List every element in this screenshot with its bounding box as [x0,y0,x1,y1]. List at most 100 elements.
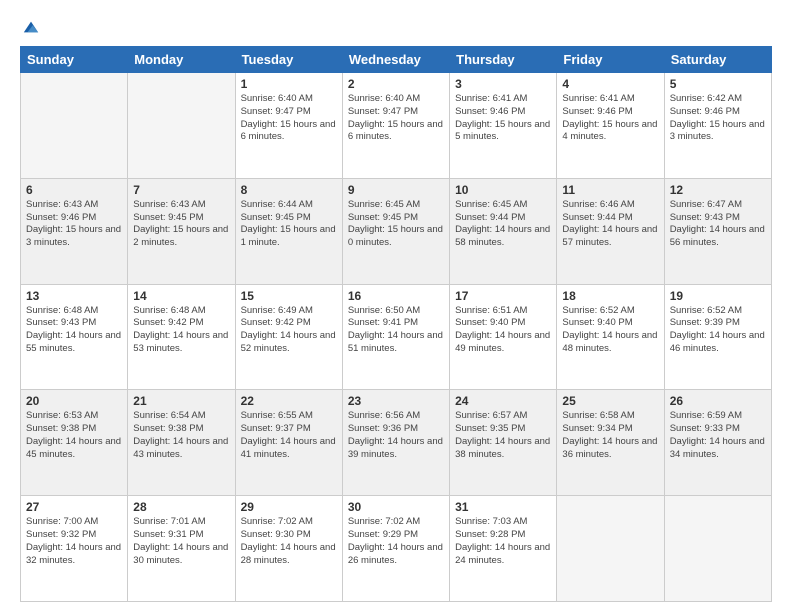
calendar-cell: 11 Sunrise: 6:46 AM Sunset: 9:44 PM Dayli… [557,178,664,284]
week-row-5: 27 Sunrise: 7:00 AM Sunset: 9:32 PM Dayli… [21,496,772,602]
day-info: Sunrise: 6:40 AM Sunset: 9:47 PM Dayligh… [241,93,337,144]
day-info: Sunrise: 6:44 AM Sunset: 9:45 PM Dayligh… [241,199,337,250]
weekday-header-thursday: Thursday [450,47,557,73]
weekday-header-saturday: Saturday [664,47,771,73]
day-number: 20 [26,394,122,408]
day-info: Sunrise: 6:43 AM Sunset: 9:45 PM Dayligh… [133,199,229,250]
calendar-cell [664,496,771,602]
calendar-cell [128,73,235,179]
day-info: Sunrise: 6:50 AM Sunset: 9:41 PM Dayligh… [348,305,444,356]
week-row-4: 20 Sunrise: 6:53 AM Sunset: 9:38 PM Dayli… [21,390,772,496]
calendar-cell: 29Sunrise: 7:02 AM Sunset: 9:30 PM Dayli… [235,496,342,602]
calendar-cell: 30Sunrise: 7:02 AM Sunset: 9:29 PM Dayli… [342,496,449,602]
calendar-cell: 23 Sunrise: 6:56 AM Sunset: 9:36 PM Dayli… [342,390,449,496]
calendar-cell: 26Sunrise: 6:59 AM Sunset: 9:33 PM Dayli… [664,390,771,496]
calendar-cell: 31 Sunrise: 7:03 AM Sunset: 9:28 PM Dayli… [450,496,557,602]
calendar: SundayMondayTuesdayWednesdayThursdayFrid… [20,46,772,602]
calendar-cell: 25Sunrise: 6:58 AM Sunset: 9:34 PM Dayli… [557,390,664,496]
calendar-cell: 1 Sunrise: 6:40 AM Sunset: 9:47 PM Daylig… [235,73,342,179]
day-info: Sunrise: 6:45 AM Sunset: 9:44 PM Dayligh… [455,199,551,250]
day-info: Sunrise: 6:58 AM Sunset: 9:34 PM Dayligh… [562,410,658,461]
day-info: Sunrise: 6:56 AM Sunset: 9:36 PM Dayligh… [348,410,444,461]
day-number: 29 [241,500,337,514]
calendar-cell: 2Sunrise: 6:40 AM Sunset: 9:47 PM Daylig… [342,73,449,179]
calendar-cell: 7Sunrise: 6:43 AM Sunset: 9:45 PM Daylig… [128,178,235,284]
week-row-2: 6 Sunrise: 6:43 AM Sunset: 9:46 PM Daylig… [21,178,772,284]
day-number: 21 [133,394,229,408]
day-info: Sunrise: 6:59 AM Sunset: 9:33 PM Dayligh… [670,410,766,461]
day-info: Sunrise: 6:48 AM Sunset: 9:43 PM Dayligh… [26,305,122,356]
day-number: 6 [26,183,122,197]
day-number: 27 [26,500,122,514]
day-number: 17 [455,289,551,303]
day-info: Sunrise: 6:55 AM Sunset: 9:37 PM Dayligh… [241,410,337,461]
day-info: Sunrise: 6:49 AM Sunset: 9:42 PM Dayligh… [241,305,337,356]
weekday-header-tuesday: Tuesday [235,47,342,73]
calendar-cell: 13 Sunrise: 6:48 AM Sunset: 9:43 PM Dayli… [21,284,128,390]
calendar-cell: 5 Sunrise: 6:42 AM Sunset: 9:46 PM Daylig… [664,73,771,179]
logo-icon [22,18,40,36]
day-info: Sunrise: 6:48 AM Sunset: 9:42 PM Dayligh… [133,305,229,356]
weekday-header-monday: Monday [128,47,235,73]
day-info: Sunrise: 6:52 AM Sunset: 9:40 PM Dayligh… [562,305,658,356]
day-number: 22 [241,394,337,408]
day-info: Sunrise: 6:42 AM Sunset: 9:46 PM Dayligh… [670,93,766,144]
calendar-cell: 14Sunrise: 6:48 AM Sunset: 9:42 PM Dayli… [128,284,235,390]
day-number: 2 [348,77,444,91]
calendar-cell: 21 Sunrise: 6:54 AM Sunset: 9:38 PM Dayli… [128,390,235,496]
day-info: Sunrise: 7:01 AM Sunset: 9:31 PM Dayligh… [133,516,229,567]
day-number: 23 [348,394,444,408]
calendar-cell: 24 Sunrise: 6:57 AM Sunset: 9:35 PM Dayli… [450,390,557,496]
day-number: 5 [670,77,766,91]
calendar-cell: 4 Sunrise: 6:41 AM Sunset: 9:46 PM Daylig… [557,73,664,179]
day-number: 19 [670,289,766,303]
calendar-cell: 22 Sunrise: 6:55 AM Sunset: 9:37 PM Dayli… [235,390,342,496]
day-number: 31 [455,500,551,514]
day-info: Sunrise: 6:41 AM Sunset: 9:46 PM Dayligh… [455,93,551,144]
calendar-cell: 3 Sunrise: 6:41 AM Sunset: 9:46 PM Daylig… [450,73,557,179]
weekday-header-wednesday: Wednesday [342,47,449,73]
day-number: 9 [348,183,444,197]
day-number: 18 [562,289,658,303]
day-info: Sunrise: 6:57 AM Sunset: 9:35 PM Dayligh… [455,410,551,461]
day-number: 24 [455,394,551,408]
weekday-header-friday: Friday [557,47,664,73]
calendar-cell: 28Sunrise: 7:01 AM Sunset: 9:31 PM Dayli… [128,496,235,602]
calendar-cell: 27 Sunrise: 7:00 AM Sunset: 9:32 PM Dayli… [21,496,128,602]
logo [20,18,40,38]
day-number: 10 [455,183,551,197]
weekday-header-sunday: Sunday [21,47,128,73]
day-number: 1 [241,77,337,91]
calendar-cell: 8 Sunrise: 6:44 AM Sunset: 9:45 PM Daylig… [235,178,342,284]
day-number: 15 [241,289,337,303]
calendar-cell: 19 Sunrise: 6:52 AM Sunset: 9:39 PM Dayli… [664,284,771,390]
day-info: Sunrise: 6:45 AM Sunset: 9:45 PM Dayligh… [348,199,444,250]
weekday-header-row: SundayMondayTuesdayWednesdayThursdayFrid… [21,47,772,73]
week-row-3: 13 Sunrise: 6:48 AM Sunset: 9:43 PM Dayli… [21,284,772,390]
calendar-cell: 12Sunrise: 6:47 AM Sunset: 9:43 PM Dayli… [664,178,771,284]
day-info: Sunrise: 7:00 AM Sunset: 9:32 PM Dayligh… [26,516,122,567]
day-info: Sunrise: 6:54 AM Sunset: 9:38 PM Dayligh… [133,410,229,461]
week-row-1: 1 Sunrise: 6:40 AM Sunset: 9:47 PM Daylig… [21,73,772,179]
header [20,18,772,38]
calendar-cell: 10 Sunrise: 6:45 AM Sunset: 9:44 PM Dayli… [450,178,557,284]
day-number: 8 [241,183,337,197]
day-number: 4 [562,77,658,91]
day-info: Sunrise: 6:46 AM Sunset: 9:44 PM Dayligh… [562,199,658,250]
calendar-cell [21,73,128,179]
day-info: Sunrise: 6:43 AM Sunset: 9:46 PM Dayligh… [26,199,122,250]
day-info: Sunrise: 6:53 AM Sunset: 9:38 PM Dayligh… [26,410,122,461]
calendar-cell: 18 Sunrise: 6:52 AM Sunset: 9:40 PM Dayli… [557,284,664,390]
day-number: 16 [348,289,444,303]
calendar-cell [557,496,664,602]
calendar-cell: 17Sunrise: 6:51 AM Sunset: 9:40 PM Dayli… [450,284,557,390]
day-info: Sunrise: 6:41 AM Sunset: 9:46 PM Dayligh… [562,93,658,144]
calendar-cell: 9 Sunrise: 6:45 AM Sunset: 9:45 PM Daylig… [342,178,449,284]
day-number: 11 [562,183,658,197]
day-info: Sunrise: 6:52 AM Sunset: 9:39 PM Dayligh… [670,305,766,356]
day-number: 3 [455,77,551,91]
day-info: Sunrise: 7:03 AM Sunset: 9:28 PM Dayligh… [455,516,551,567]
day-number: 13 [26,289,122,303]
calendar-cell: 16 Sunrise: 6:50 AM Sunset: 9:41 PM Dayli… [342,284,449,390]
calendar-cell: 15 Sunrise: 6:49 AM Sunset: 9:42 PM Dayli… [235,284,342,390]
